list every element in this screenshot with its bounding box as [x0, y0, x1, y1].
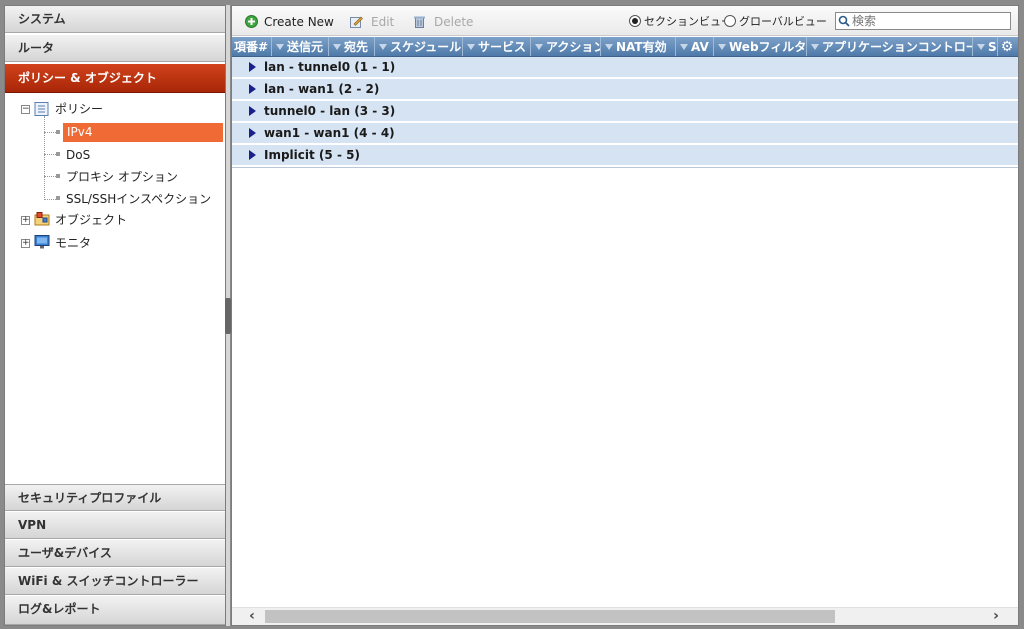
tree-item-proxy-options[interactable]: プロキシ オプション [66, 168, 178, 187]
filter-icon [977, 44, 985, 50]
section-row[interactable]: lan - wan1 (2 - 2) [232, 79, 1018, 100]
section-label: lan - tunnel0 (1 - 1) [264, 60, 396, 74]
collapse-policy-icon[interactable]: − [21, 105, 30, 114]
expand-objects-icon[interactable]: + [21, 216, 30, 225]
table-header: 項番# 送信元 宛先 スケジュール サービス アクション NAT有効 AV We… [232, 37, 1018, 57]
expand-monitor-icon[interactable]: + [21, 239, 30, 248]
nav-category-system[interactable]: システム [5, 6, 225, 33]
filter-icon [811, 44, 819, 50]
nav-category-policy-objects[interactable]: ポリシー & オブジェクト [5, 64, 225, 93]
nav-category-user-device[interactable]: ユーザ&デバイス [5, 540, 225, 567]
section-label: wan1 - wan1 (4 - 4) [264, 126, 395, 140]
tree-item-dos[interactable]: DoS [66, 146, 90, 165]
expand-triangle-icon [249, 106, 256, 116]
tree-item-ssl-ssh-inspection[interactable]: SSL/SSHインスペクション [66, 190, 211, 209]
create-new-button[interactable]: Create New [245, 14, 334, 30]
column-service-label: サービス [478, 40, 527, 54]
nav-category-security-profiles[interactable]: セキュリティプロファイル [5, 484, 225, 511]
scroll-right-icon[interactable]: › [986, 608, 1006, 626]
monitor-icon [34, 235, 50, 249]
search-input[interactable] [852, 13, 1008, 29]
section-label: lan - wan1 (2 - 2) [264, 82, 380, 96]
nav-category-router[interactable]: ルータ [5, 35, 225, 62]
delete-label: Delete [434, 15, 474, 29]
navigation-panel: システム ルータ ポリシー & オブジェクト − ポリシー IPv4 DoS プ… [4, 5, 226, 626]
filter-icon [379, 44, 387, 50]
column-s-label: S [988, 40, 997, 54]
column-header-id[interactable]: 項番# [232, 37, 272, 56]
column-nat-label: NAT有効 [616, 40, 667, 54]
objects-icon [34, 212, 50, 226]
toolbar: Create New Edit Delete セクションビュー グローバルビュー [232, 6, 1018, 36]
create-new-label: Create New [264, 15, 334, 29]
column-header-av[interactable]: AV [676, 37, 714, 56]
policy-panel: Create New Edit Delete セクションビュー グローバルビュー [231, 5, 1019, 626]
plus-circle-icon [245, 15, 258, 28]
edit-pencil-icon [350, 16, 363, 28]
gear-icon[interactable]: ⚙ [999, 39, 1015, 55]
column-av-label: AV [691, 40, 709, 54]
nav-category-vpn[interactable]: VPN [5, 512, 225, 539]
edit-button[interactable]: Edit [350, 14, 394, 30]
section-label: tunnel0 - lan (3 - 3) [264, 104, 396, 118]
search-box [835, 12, 1011, 30]
column-destination-label: 宛先 [344, 40, 369, 54]
column-header-nat[interactable]: NAT有効 [601, 37, 676, 56]
column-header-service[interactable]: サービス [463, 37, 531, 56]
tree-item-monitor[interactable]: モニタ [55, 234, 91, 253]
filter-icon [535, 44, 543, 50]
global-view-radio[interactable] [724, 15, 736, 27]
tree-item-ipv4-label: IPv4 [67, 125, 93, 139]
column-header-source[interactable]: 送信元 [272, 37, 329, 56]
trash-icon [414, 16, 425, 28]
filter-icon [680, 44, 688, 50]
filter-icon [333, 44, 341, 50]
column-source-label: 送信元 [287, 40, 324, 54]
column-webfilter-label: Webフィルタ [729, 40, 807, 54]
section-row[interactable]: lan - tunnel0 (1 - 1) [232, 57, 1018, 78]
section-row[interactable]: tunnel0 - lan (3 - 3) [232, 101, 1018, 122]
column-app-control-label: アプリケーションコントロール [822, 40, 973, 54]
global-view-label: グローバルビュー [739, 15, 827, 28]
section-label: Implicit (5 - 5) [264, 148, 360, 162]
filter-icon [718, 44, 726, 50]
tree-item-ipv4[interactable]: IPv4 [63, 123, 223, 142]
filter-icon [276, 44, 284, 50]
column-header-s[interactable]: S [973, 37, 998, 56]
edit-label: Edit [371, 15, 395, 29]
column-schedule-label: スケジュール [390, 40, 462, 54]
nav-category-wifi-switch[interactable]: WiFi & スイッチコントローラー [5, 568, 225, 595]
scroll-left-icon[interactable]: ‹ [242, 608, 262, 626]
expand-triangle-icon [249, 62, 256, 72]
nav-category-log-report[interactable]: ログ&レポート [5, 596, 225, 625]
tree-item-policy[interactable]: ポリシー [55, 100, 103, 119]
scrollbar-thumb[interactable] [265, 610, 835, 623]
section-view-label: セクションビュー [644, 15, 732, 28]
column-header-schedule[interactable]: スケジュール [375, 37, 463, 56]
section-row[interactable]: Implicit (5 - 5) [232, 145, 1018, 166]
delete-button[interactable]: Delete [413, 14, 473, 30]
section-view-radio[interactable] [629, 15, 641, 27]
column-header-webfilter[interactable]: Webフィルタ [714, 37, 807, 56]
search-icon [838, 15, 850, 27]
expand-triangle-icon [249, 150, 256, 160]
expand-triangle-icon [249, 84, 256, 94]
grid-divider [232, 167, 1018, 168]
column-action-label: アクション [546, 40, 601, 54]
column-header-destination[interactable]: 宛先 [329, 37, 375, 56]
filter-icon [605, 44, 613, 50]
horizontal-scrollbar[interactable]: ‹ › [232, 607, 1018, 625]
column-header-action[interactable]: アクション [531, 37, 601, 56]
section-row[interactable]: wan1 - wan1 (4 - 4) [232, 123, 1018, 144]
expand-triangle-icon [249, 128, 256, 138]
tree-item-objects[interactable]: オブジェクト [55, 211, 127, 230]
column-header-app-control[interactable]: アプリケーションコントロール [807, 37, 973, 56]
filter-icon [467, 44, 475, 50]
policy-list-icon [34, 102, 49, 116]
